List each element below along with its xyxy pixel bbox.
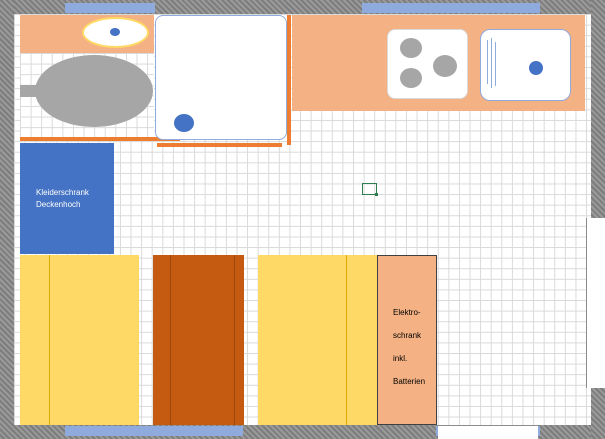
wardrobe-label-line1: Kleiderschrank bbox=[36, 188, 89, 197]
shower-drain bbox=[174, 114, 194, 132]
marker-handle bbox=[375, 193, 378, 196]
shower-wall-right bbox=[287, 15, 291, 145]
electric-cabinet-label: Elektro- schrank inkl. Batterien bbox=[393, 301, 437, 393]
table-line-right bbox=[234, 255, 235, 425]
toilet-bowl bbox=[35, 55, 153, 127]
window-top-left bbox=[65, 3, 155, 13]
burner-2 bbox=[433, 55, 457, 77]
bed-left-line bbox=[49, 255, 50, 425]
burner-3 bbox=[400, 68, 422, 88]
electric-cabinet-line3: inkl. bbox=[393, 354, 408, 363]
table-line-left bbox=[170, 255, 171, 425]
bed-left bbox=[20, 255, 139, 425]
sink-drain bbox=[110, 28, 120, 36]
sink-line-1 bbox=[487, 40, 488, 84]
bed-right bbox=[258, 255, 377, 425]
kitchen-sink-drain bbox=[529, 61, 543, 75]
wall-left bbox=[0, 0, 14, 439]
door-opening bbox=[586, 218, 605, 388]
sink-line-2 bbox=[491, 38, 492, 88]
wardrobe-label: Kleiderschrank Deckenhoch bbox=[36, 187, 114, 210]
electric-cabinet-line2: schrank bbox=[393, 331, 422, 340]
window-bottom-left bbox=[65, 426, 243, 436]
burner-1 bbox=[400, 38, 422, 58]
window-top-right bbox=[362, 3, 540, 13]
electric-cabinet-line1: Elektro- bbox=[393, 308, 421, 317]
wardrobe-label-line2: Deckenhoch bbox=[36, 199, 81, 209]
bed-right-line bbox=[346, 255, 347, 425]
door-opening-bottom bbox=[438, 425, 538, 439]
bathroom-wall-lower bbox=[20, 137, 180, 141]
shower-door bbox=[157, 143, 282, 147]
table bbox=[153, 255, 244, 425]
electric-cabinet-line4: Batterien bbox=[393, 377, 426, 386]
kitchen-sink bbox=[480, 29, 571, 101]
sink-line-3 bbox=[495, 42, 496, 86]
